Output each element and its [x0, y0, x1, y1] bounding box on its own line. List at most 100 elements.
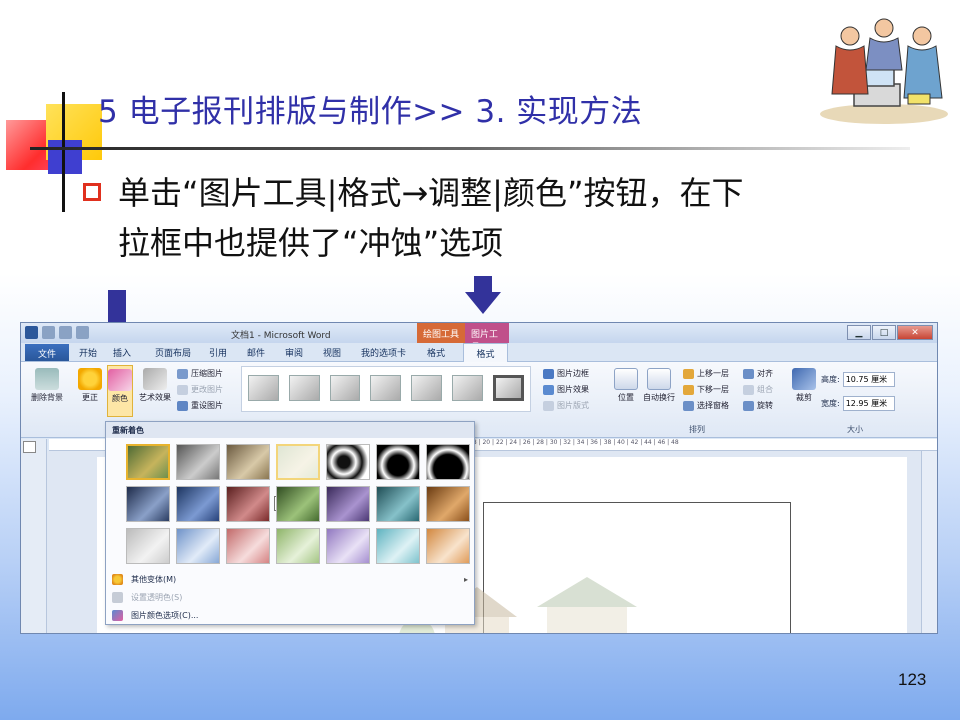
position-icon — [614, 368, 638, 390]
more-variations-icon — [112, 574, 123, 585]
vertical-ruler — [21, 439, 47, 633]
crop-button[interactable]: 裁剪 — [791, 368, 817, 403]
picture-style-thumb[interactable] — [411, 375, 443, 401]
send-backward-button[interactable]: 下移一层 — [683, 384, 729, 395]
selection-pane-button[interactable]: 选择窗格 — [683, 400, 729, 411]
window-controls: ▁ □ ✕ — [846, 325, 933, 340]
rotate-button[interactable]: 旋转 — [743, 400, 773, 411]
tab-insert[interactable]: 插入 — [113, 346, 131, 359]
recolor-dark-2[interactable] — [176, 486, 220, 522]
tab-home[interactable]: 开始 — [79, 346, 97, 359]
word-logo-icon[interactable] — [25, 326, 38, 339]
reset-picture-button[interactable]: 重设图片 — [177, 400, 223, 411]
width-input[interactable] — [842, 396, 895, 411]
recolor-grayscale[interactable] — [176, 444, 220, 480]
recolor-dark-5[interactable] — [326, 486, 370, 522]
rotate-icon — [743, 400, 754, 411]
slide-title: 5 电子报刊排版与制作>> 3. 实现方法 — [98, 94, 643, 130]
maximize-button[interactable]: □ — [872, 325, 896, 340]
change-picture-button[interactable]: 更改图片 — [177, 384, 223, 395]
reset-icon — [177, 400, 188, 411]
color-dropdown: 重新着色 冲蚀 其他变体(M) ▸ 设置透明色( — [105, 421, 475, 625]
recolor-no-recolor[interactable] — [126, 444, 170, 480]
picture-style-thumb[interactable] — [329, 375, 361, 401]
recolor-dark-4[interactable] — [276, 486, 320, 522]
set-transparent-color-item[interactable]: 设置透明色(S) — [112, 592, 468, 603]
compress-pictures-button[interactable]: 压缩图片 — [177, 368, 223, 379]
height-field: 高度: — [821, 372, 895, 387]
tab-references[interactable]: 引用 — [209, 346, 227, 359]
recolor-dark-1[interactable] — [126, 486, 170, 522]
bullet-square-icon — [83, 183, 101, 201]
remove-background-button[interactable]: 删除背景 — [27, 368, 67, 403]
tab-format-picture[interactable]: 格式 — [463, 343, 508, 363]
vertical-scrollbar[interactable] — [921, 451, 937, 633]
align-icon — [743, 368, 754, 379]
bring-forward-button[interactable]: 上移一层 — [683, 368, 729, 379]
title-underline — [30, 147, 910, 150]
set-transparent-color-label: 设置透明色(S) — [131, 593, 183, 602]
picture-styles-gallery[interactable] — [241, 366, 531, 412]
picture-border-button[interactable]: 图片边框 — [543, 368, 589, 379]
recolor-light-6[interactable] — [376, 528, 420, 564]
recolor-sepia[interactable] — [226, 444, 270, 480]
tab-view[interactable]: 视图 — [323, 346, 341, 359]
redo-icon[interactable] — [76, 326, 89, 339]
recolor-black-white-25[interactable] — [326, 444, 370, 480]
recolor-light-2[interactable] — [176, 528, 220, 564]
height-input[interactable] — [842, 372, 895, 387]
picture-layout-button[interactable]: 图片版式 — [543, 400, 589, 411]
picture-style-thumb[interactable] — [370, 375, 402, 401]
body-line-2: 拉框中也提供了“冲蚀”选项 — [118, 224, 504, 262]
recolor-light-5[interactable] — [326, 528, 370, 564]
picture-style-thumb[interactable] — [288, 375, 320, 401]
group-icon — [743, 384, 754, 395]
tab-page-layout[interactable]: 页面布局 — [155, 346, 191, 359]
decor-blue-square — [48, 140, 82, 174]
tab-mailings[interactable]: 邮件 — [247, 346, 265, 359]
recolor-light-1[interactable] — [126, 528, 170, 564]
layout-icon — [543, 400, 554, 411]
picture-style-thumb[interactable] — [248, 375, 279, 401]
color-button[interactable]: 颜色 — [107, 365, 133, 417]
tab-review[interactable]: 审阅 — [285, 346, 303, 359]
clipart-people-icon — [814, 6, 954, 128]
decor-vertical-line — [62, 92, 65, 212]
more-variations-item[interactable]: 其他变体(M) ▸ — [112, 574, 468, 585]
corrections-button[interactable]: 更正 — [75, 368, 105, 403]
recolor-dark-6[interactable] — [376, 486, 420, 522]
recolor-dark-3[interactable] — [226, 486, 270, 522]
tab-selector[interactable] — [23, 441, 36, 453]
recolor-light-4[interactable] — [276, 528, 320, 564]
color-icon — [108, 369, 132, 391]
recolor-light-3[interactable] — [226, 528, 270, 564]
tab-my-tab[interactable]: 我的选项卡 — [361, 346, 406, 359]
wrap-text-button[interactable]: 自动换行 — [641, 368, 677, 403]
picture-color-options-item[interactable]: 图片颜色选项(C)... — [112, 610, 468, 621]
recolor-black-white-50[interactable] — [376, 444, 420, 480]
picture-style-thumb[interactable] — [452, 375, 483, 401]
tab-file[interactable]: 文件 — [25, 344, 69, 361]
position-button[interactable]: 位置 — [613, 368, 639, 403]
width-label: 宽度: — [821, 399, 840, 408]
recolor-black-white-75[interactable] — [426, 444, 470, 480]
minimize-button[interactable]: ▁ — [847, 325, 871, 340]
close-button[interactable]: ✕ — [897, 325, 933, 340]
slide-body: 单击“图片工具|格式→调整|颜色”按钮，在下 拉框中也提供了“冲蚀”选项 — [118, 168, 908, 268]
recolor-light-7[interactable] — [426, 528, 470, 564]
picture-style-thumb[interactable] — [492, 375, 524, 401]
more-variations-label: 其他变体(M) — [131, 575, 177, 584]
artistic-effects-button[interactable]: 艺术效果 — [135, 368, 175, 403]
window-title: 文档1 - Microsoft Word — [231, 331, 331, 341]
group-button[interactable]: 组合 — [743, 384, 773, 395]
undo-icon[interactable] — [59, 326, 72, 339]
compress-icon — [177, 368, 188, 379]
change-picture-label: 更改图片 — [191, 385, 223, 394]
pen-icon — [112, 592, 123, 603]
recolor-dark-7[interactable] — [426, 486, 470, 522]
align-button[interactable]: 对齐 — [743, 368, 773, 379]
recolor-washout[interactable] — [276, 444, 320, 480]
save-icon[interactable] — [42, 326, 55, 339]
picture-effects-button[interactable]: 图片效果 — [543, 384, 589, 395]
tab-format-drawing[interactable]: 格式 — [427, 346, 445, 359]
